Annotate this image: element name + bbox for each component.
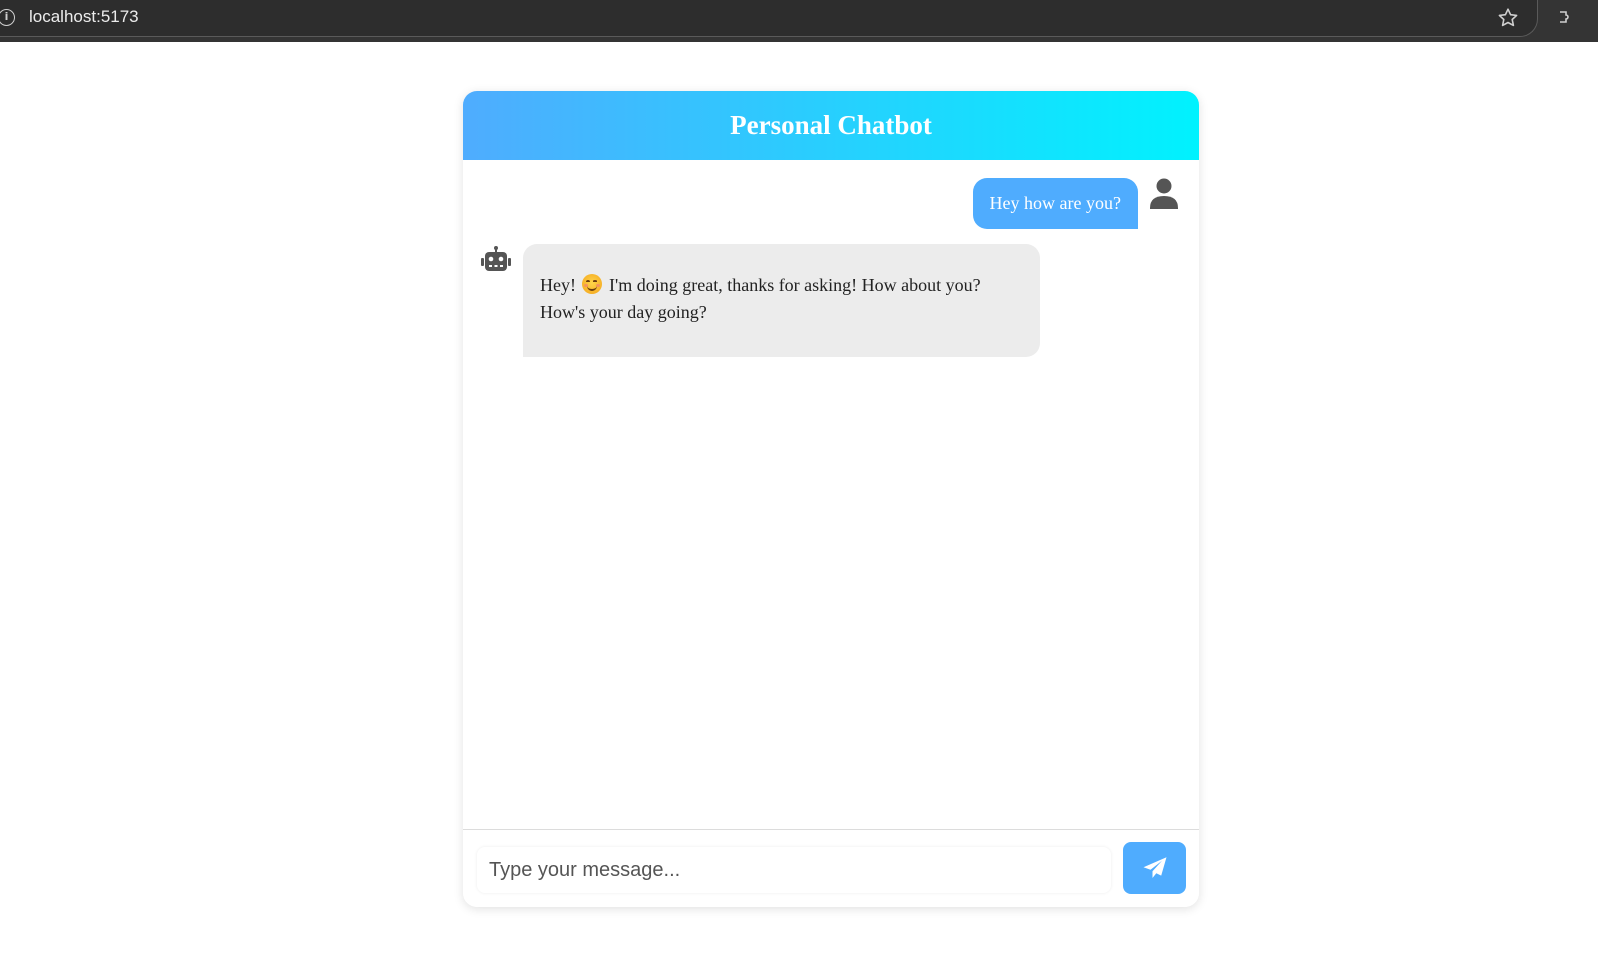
robot-icon [481, 246, 511, 271]
url-text[interactable]: localhost:5173 [29, 7, 139, 27]
paper-plane-icon [1143, 857, 1166, 878]
composer [463, 829, 1199, 907]
extension-icon[interactable] [1556, 6, 1570, 30]
send-button[interactable] [1123, 842, 1186, 894]
message-input[interactable] [477, 847, 1111, 893]
user-icon [1150, 178, 1178, 209]
message-list: Hey how are you? Hey! I'm doing great, t… [463, 160, 1199, 829]
browser-toolbar: i localhost:5173 [0, 0, 1598, 42]
address-bar[interactable]: i localhost:5173 [0, 0, 1538, 37]
chat-title: Personal Chatbot [730, 110, 932, 140]
bot-message: Hey! I'm doing great, thanks for asking!… [523, 244, 1040, 357]
bot-message-text-end: I'm doing great, thanks for asking! How … [540, 275, 981, 322]
info-icon[interactable]: i [0, 9, 15, 26]
user-message-text: Hey how are you? [989, 193, 1121, 213]
star-icon[interactable] [1496, 6, 1520, 30]
chat-window: Personal Chatbot Hey how are you? Hey! I… [463, 91, 1199, 907]
bot-message-text-start: Hey! [540, 275, 581, 295]
user-message: Hey how are you? [972, 178, 1138, 229]
chat-header: Personal Chatbot [463, 91, 1199, 160]
smiling-face-emoji-icon [582, 274, 603, 294]
